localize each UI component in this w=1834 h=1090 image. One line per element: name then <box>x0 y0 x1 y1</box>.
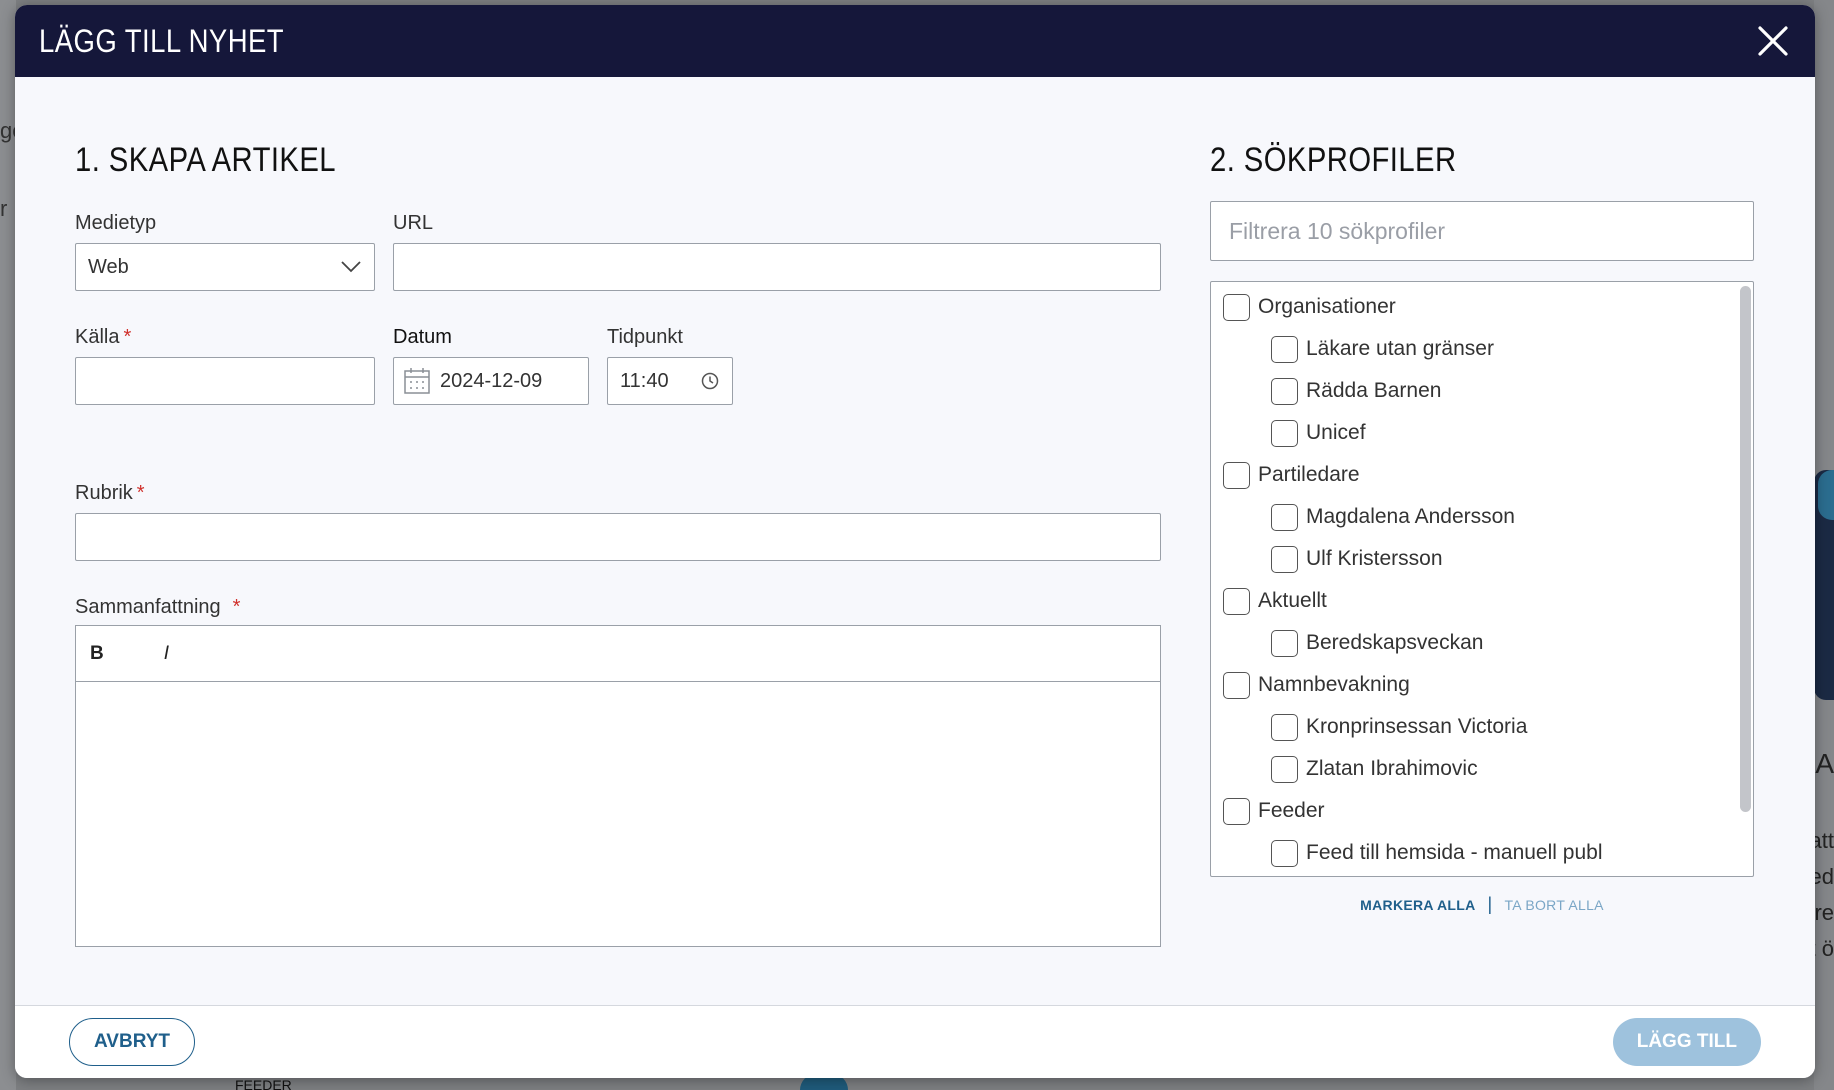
background-left-strip <box>0 0 16 1090</box>
profile-checkbox[interactable] <box>1271 713 1298 741</box>
profile-checkbox[interactable] <box>1271 629 1298 657</box>
headline-input[interactable] <box>75 513 1161 561</box>
profile-checkbox[interactable] <box>1271 419 1298 447</box>
profile-item[interactable]: Läkare utan gränser <box>1271 328 1494 370</box>
profile-item[interactable]: Beredskapsveckan <box>1271 622 1483 664</box>
profile-checkbox[interactable] <box>1223 587 1250 615</box>
profile-label: Rädda Barnen <box>1306 379 1442 402</box>
headline-label-text: Rubrik <box>75 482 133 504</box>
time-label: Tidpunkt <box>607 326 683 348</box>
profile-label: Organisationer <box>1258 295 1396 318</box>
profile-group[interactable]: Feeder <box>1223 790 1325 832</box>
background-right-fragment: A <box>1815 748 1834 779</box>
summary-label: Sammanfattning * <box>75 596 240 619</box>
summary-label-text: Sammanfattning <box>75 596 221 618</box>
profile-group[interactable]: Partiledare <box>1223 454 1360 496</box>
media-type-label: Medietyp <box>75 212 157 234</box>
profile-item[interactable]: Magdalena Andersson <box>1271 496 1515 538</box>
profile-checkbox[interactable] <box>1271 377 1298 405</box>
profile-checkbox[interactable] <box>1271 755 1298 783</box>
profile-label: Kronprinsessan Victoria <box>1306 715 1528 738</box>
profile-item[interactable]: Rädda Barnen <box>1271 370 1441 412</box>
profile-list-scrollbar[interactable] <box>1740 286 1751 812</box>
url-label: URL <box>393 212 434 234</box>
profile-item[interactable]: Feed till hemsida - manuell publ <box>1271 832 1602 874</box>
bulk-actions: MARKERA ALLA | TA BORT ALLA <box>1210 894 1754 915</box>
profile-label: Namnbevakning <box>1258 673 1410 696</box>
profile-label: Beredskapsveckan <box>1306 631 1484 654</box>
profile-group[interactable]: Organisationer <box>1223 286 1396 328</box>
profile-group[interactable]: Namnbevakning <box>1223 664 1410 706</box>
profile-label: Feed till hemsida - manuell publ <box>1306 841 1603 864</box>
profile-group[interactable]: Aktuellt <box>1223 580 1327 622</box>
background-left-fragment: r <box>0 196 8 221</box>
profile-label: Feeder <box>1258 799 1325 822</box>
profile-item[interactable]: Ulf Kristersson <box>1271 538 1443 580</box>
editor-toolbar: B I <box>76 626 1160 682</box>
date-picker[interactable]: 2024-12-09 <box>393 357 589 405</box>
media-type-select[interactable]: Web <box>75 243 375 291</box>
profile-label: Unicef <box>1306 421 1366 444</box>
profile-label: Magdalena Andersson <box>1306 505 1515 528</box>
profile-item[interactable]: Unicef <box>1271 412 1366 454</box>
background-illustration-accent <box>1818 470 1834 520</box>
chevron-down-icon <box>341 261 361 273</box>
profile-item[interactable]: Zlatan Ibrahimovic <box>1271 748 1478 790</box>
profile-checkbox[interactable] <box>1223 797 1250 825</box>
source-input[interactable] <box>75 357 375 405</box>
background-right-fragment: re <box>1814 900 1834 925</box>
profile-list: Organisationer Läkare utan gränser Rädda B… <box>1210 281 1754 877</box>
profile-checkbox[interactable] <box>1271 503 1298 531</box>
source-label: Källa * <box>75 326 131 349</box>
profile-checkbox[interactable] <box>1271 545 1298 573</box>
modal-header: LÄGG TILL NYHET <box>15 5 1815 77</box>
modal-body: 1. SKAPA ARTIKEL Medietyp Web URL Källa *… <box>15 77 1815 1009</box>
add-news-modal: LÄGG TILL NYHET 1. SKAPA ARTIKEL Mediety… <box>15 5 1815 1078</box>
search-profiles-title: 2. SÖKPROFILER <box>1210 141 1457 179</box>
summary-text-area[interactable] <box>76 682 1160 946</box>
calendar-icon <box>404 368 430 394</box>
mark-all-link[interactable]: MARKERA ALLA <box>1360 897 1475 913</box>
time-picker[interactable]: 11:40 <box>607 357 733 405</box>
source-label-text: Källa <box>75 326 120 348</box>
media-type-value: Web <box>88 255 129 278</box>
date-value: 2024-12-09 <box>440 369 543 392</box>
url-input[interactable] <box>393 243 1161 291</box>
bulk-separator: | <box>1487 894 1493 914</box>
profile-item[interactable]: Kronprinsessan Victoria <box>1271 706 1527 748</box>
cancel-button[interactable]: AVBRYT <box>69 1018 195 1066</box>
remove-all-link[interactable]: TA BORT ALLA <box>1504 897 1603 913</box>
background-feeder-row: FEEDER <box>235 1080 292 1090</box>
profile-checkbox[interactable] <box>1271 839 1298 867</box>
profile-filter-input[interactable] <box>1210 201 1754 261</box>
profile-checkbox[interactable] <box>1223 461 1250 489</box>
profile-label: Ulf Kristersson <box>1306 547 1443 570</box>
profile-label: Zlatan Ibrahimovic <box>1306 757 1478 780</box>
profile-label: Partiledare <box>1258 463 1360 486</box>
close-icon[interactable] <box>1755 23 1791 59</box>
add-button[interactable]: LÄGG TILL <box>1612 1018 1761 1066</box>
profile-checkbox[interactable] <box>1271 335 1298 363</box>
create-article-title: 1. SKAPA ARTIKEL <box>75 141 336 179</box>
clock-icon <box>701 372 719 390</box>
profile-label: Läkare utan gränser <box>1306 337 1494 360</box>
bold-button[interactable]: B <box>90 643 104 665</box>
italic-button[interactable]: I <box>164 643 169 665</box>
background-feeder-label: FEEDER <box>235 1080 292 1090</box>
headline-label: Rubrik * <box>75 482 145 505</box>
profile-label: Aktuellt <box>1258 589 1327 612</box>
profile-checkbox[interactable] <box>1223 293 1250 321</box>
modal-footer: AVBRYT LÄGG TILL <box>15 1005 1815 1078</box>
required-marker: * <box>136 482 145 504</box>
date-label: Datum <box>393 326 452 348</box>
profile-checkbox[interactable] <box>1223 671 1250 699</box>
modal-title: LÄGG TILL NYHET <box>39 22 285 59</box>
required-marker: * <box>123 326 132 348</box>
required-marker: * <box>232 596 241 618</box>
summary-editor: B I <box>75 625 1161 947</box>
time-value: 11:40 <box>620 369 669 392</box>
